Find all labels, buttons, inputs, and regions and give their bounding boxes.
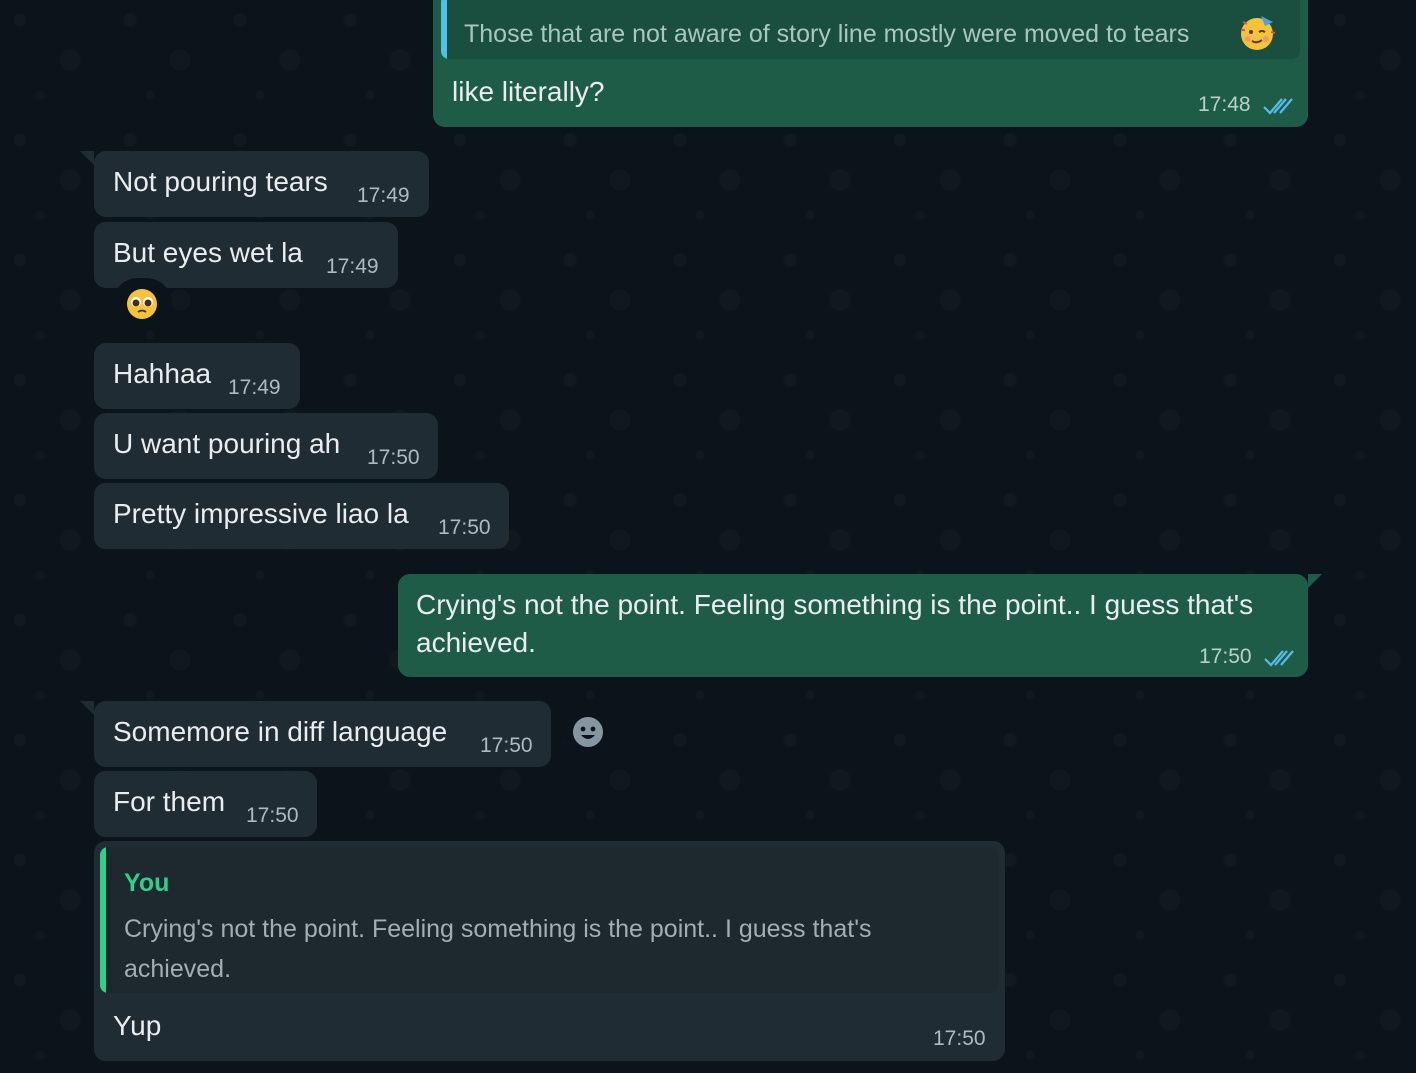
smiley-icon [573,717,603,747]
quoted-message[interactable]: You Crying's not the point. Feeling some… [100,847,999,993]
message-incoming[interactable]: U want pouring ah 17:50 [94,413,438,479]
quote-bar [441,0,447,59]
add-reaction-button[interactable] [563,707,613,757]
message-incoming-reply[interactable]: You Crying's not the point. Feeling some… [94,841,1005,1061]
message-reaction[interactable] [112,278,172,330]
message-incoming[interactable]: Pretty impressive liao la 17:50 [94,483,509,549]
message-time: 17:50 [933,1027,986,1050]
message-text: Hahhaa [113,358,212,389]
read-ticks-icon [1264,650,1294,667]
message-incoming[interactable]: Not pouring tears 17:49 [80,151,429,217]
message-text: For them [113,786,226,817]
message-outgoing-reply[interactable]: Those that are not aware of story line m… [433,0,1308,127]
message-incoming[interactable]: Somemore in diff language 17:50 [80,701,551,767]
message-time: 17:49 [228,376,281,399]
quoted-message[interactable]: Those that are not aware of story line m… [441,0,1300,59]
quoted-text: Those that are not aware of story line m… [464,20,1190,48]
message-text: Yup [113,1010,162,1041]
quote-bar [100,847,106,993]
quoted-author: You [124,869,170,897]
message-outgoing[interactable]: Crying's not the point. Feeling somethin… [398,574,1322,677]
message-text: U want pouring ah [113,428,341,459]
party-face-emoji-icon [1241,16,1276,50]
message-time: 17:49 [357,184,410,207]
message-time: 17:48 [1198,93,1251,116]
message-time: 17:50 [367,446,420,469]
quoted-text: Crying's not the point. Feeling somethin… [124,915,872,983]
message-time: 17:50 [438,516,491,539]
message-text: Crying's not the point. Feeling somethin… [416,589,1254,658]
message-text: like literally? [452,76,605,107]
message-time: 17:50 [480,734,533,757]
message-time: 17:50 [246,804,299,827]
message-time: 17:50 [1199,645,1252,668]
message-time: 17:49 [326,255,379,278]
message-incoming[interactable]: For them 17:50 [94,771,317,837]
message-text: Not pouring tears [113,166,328,197]
pleading-face-emoji-icon [127,289,157,319]
message-text: But eyes wet la [113,237,303,268]
read-ticks-icon [1263,98,1293,115]
message-text: Somemore in diff language [113,716,448,747]
message-text: Pretty impressive liao la [113,498,409,529]
message-incoming[interactable]: Hahhaa 17:49 [94,343,300,409]
